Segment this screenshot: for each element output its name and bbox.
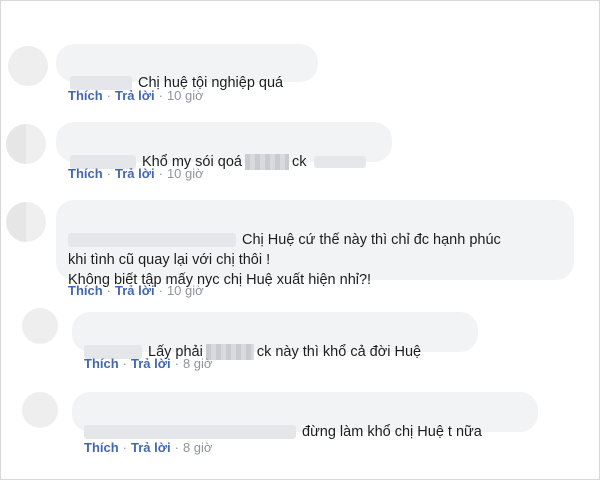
separator: · [158,283,163,298]
separator: · [106,88,112,103]
separator: · [174,356,179,371]
comment-actions: Thích · Trả lời · 10 giờ [68,166,204,181]
like-link[interactable]: Thích [68,88,103,103]
separator: · [106,166,112,181]
comment-bubble: Chị huệ tội nghiệp quá [56,44,318,91]
like-link[interactable]: Thích [68,283,103,298]
redacted-text [205,344,254,361]
comment-timestamp[interactable]: 10 giờ [167,283,204,298]
separator: · [174,440,179,455]
comment-timestamp[interactable]: 10 giờ [167,166,204,181]
separator: · [106,283,112,298]
reply-link[interactable]: Trả lời [115,88,155,103]
comment-bubble: Khổ my sói qoá ck [56,122,392,171]
reply-link[interactable]: Trả lời [115,283,155,298]
like-link[interactable]: Thích [84,356,119,371]
separator: · [122,356,128,371]
avatar[interactable] [6,202,46,242]
avatar[interactable] [6,124,46,164]
reply-link[interactable]: Trả lời [131,356,171,371]
redacted-text [244,154,289,171]
separator: · [122,440,128,455]
redacted-text [314,156,367,169]
redacted-author-name[interactable] [84,425,296,440]
comment-actions: Thích · Trả lời · 8 giờ [84,440,212,455]
separator: · [158,166,163,181]
reply-link[interactable]: Trả lời [115,166,155,181]
like-link[interactable]: Thích [68,166,103,181]
comment-timestamp[interactable]: 8 giờ [183,356,213,371]
comment-timestamp[interactable]: 8 giờ [183,440,213,455]
like-link[interactable]: Thích [84,440,119,455]
comment-actions: Thích · Trả lời · 8 giờ [84,356,212,371]
comment-bubble: Chị Huệ cứ thế này thì chỉ đc hạnh phúc … [56,200,574,288]
comment-timestamp[interactable]: 10 giờ [167,88,204,103]
reply-link[interactable]: Trả lời [131,440,171,455]
redacted-author-name[interactable] [68,233,236,248]
avatar[interactable] [22,308,58,344]
comment-actions: Thích · Trả lời · 10 giờ [68,283,204,298]
avatar[interactable] [8,46,48,86]
comment-text: ck [291,154,307,170]
comment-text: đừng làm khổ chị Huệ t nữa [302,424,482,440]
comment-actions: Thích · Trả lời · 10 giờ [68,88,204,103]
avatar[interactable] [22,392,58,428]
separator: · [158,88,163,103]
comment-bubble: đừng làm khổ chị Huệ t nữa [72,392,538,440]
comment-bubble: Lấy phải ck này thì khổ cả đời Huệ [72,312,478,361]
comment-text: ck này thì khổ cả đời Huệ [256,344,422,360]
